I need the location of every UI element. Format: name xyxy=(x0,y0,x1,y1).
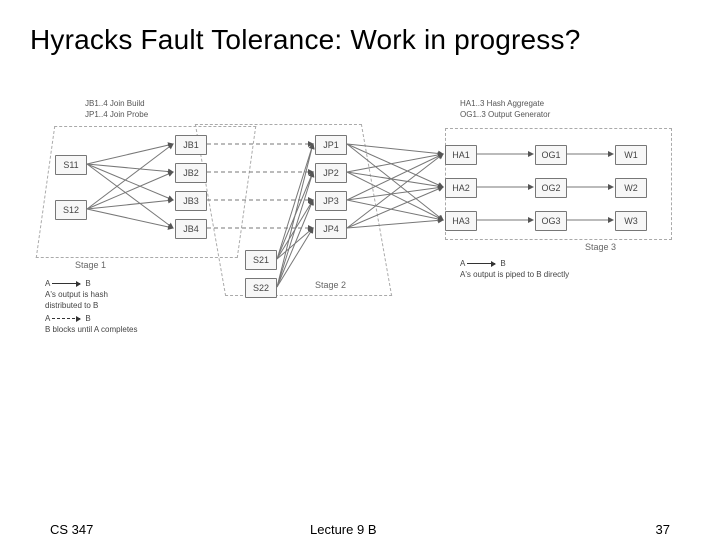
page-title: Hyracks Fault Tolerance: Work in progres… xyxy=(30,24,580,56)
node-HA2: HA2 xyxy=(445,178,477,198)
footer-mid: Lecture 9 B xyxy=(310,522,377,537)
legend-Br: B xyxy=(500,259,505,268)
node-S12: S12 xyxy=(55,200,87,220)
stage3-label: Stage 3 xyxy=(585,242,616,252)
node-OG2: OG2 xyxy=(535,178,567,198)
footer-left: CS 347 xyxy=(50,522,93,537)
legend-hash-text2: distributed to B xyxy=(45,300,225,311)
legend-left: A B A's output is hash distributed to B … xyxy=(45,278,225,335)
legend-A1: A xyxy=(45,279,50,288)
legend-B1: B xyxy=(85,279,90,288)
node-JB2: JB2 xyxy=(175,163,207,183)
legend-piped-text: A's output is piped to B directly xyxy=(460,269,670,280)
node-JP2: JP2 xyxy=(315,163,347,183)
stage2-box xyxy=(195,124,392,296)
node-JB1: JB1 xyxy=(175,135,207,155)
stage2-label: Stage 2 xyxy=(315,280,346,290)
node-S22: S22 xyxy=(245,278,277,298)
legend-A2: A xyxy=(45,314,50,323)
node-JP4: JP4 xyxy=(315,219,347,239)
node-OG3: OG3 xyxy=(535,211,567,231)
label-jb-jp: JB1..4 Join BuildJP1..4 Join Probe xyxy=(85,98,148,120)
legend-hash-text1: A's output is hash xyxy=(45,289,225,300)
node-W3: W3 xyxy=(615,211,647,231)
node-JB4: JB4 xyxy=(175,219,207,239)
node-S21: S21 xyxy=(245,250,277,270)
node-JB3: JB3 xyxy=(175,191,207,211)
legend-Ar: A xyxy=(460,259,465,268)
node-S11: S11 xyxy=(55,155,87,175)
node-W2: W2 xyxy=(615,178,647,198)
arrow-dashed-icon xyxy=(52,318,80,319)
node-HA1: HA1 xyxy=(445,145,477,165)
legend-right: A B A's output is piped to B directly xyxy=(460,258,670,280)
node-W1: W1 xyxy=(615,145,647,165)
label-ha-og: HA1..3 Hash AggregateOG1..3 Output Gener… xyxy=(460,98,550,120)
stage1-label: Stage 1 xyxy=(75,260,106,270)
footer-right: 37 xyxy=(656,522,670,537)
diagram: JB1..4 Join BuildJP1..4 Join Probe HA1..… xyxy=(45,100,675,345)
node-JP3: JP3 xyxy=(315,191,347,211)
legend-B2: B xyxy=(85,314,90,323)
arrow-solid-icon xyxy=(52,283,80,284)
node-JP1: JP1 xyxy=(315,135,347,155)
legend-block-text: B blocks until A completes xyxy=(45,324,225,335)
node-HA3: HA3 xyxy=(445,211,477,231)
node-OG1: OG1 xyxy=(535,145,567,165)
arrow-solid-icon xyxy=(467,263,495,264)
